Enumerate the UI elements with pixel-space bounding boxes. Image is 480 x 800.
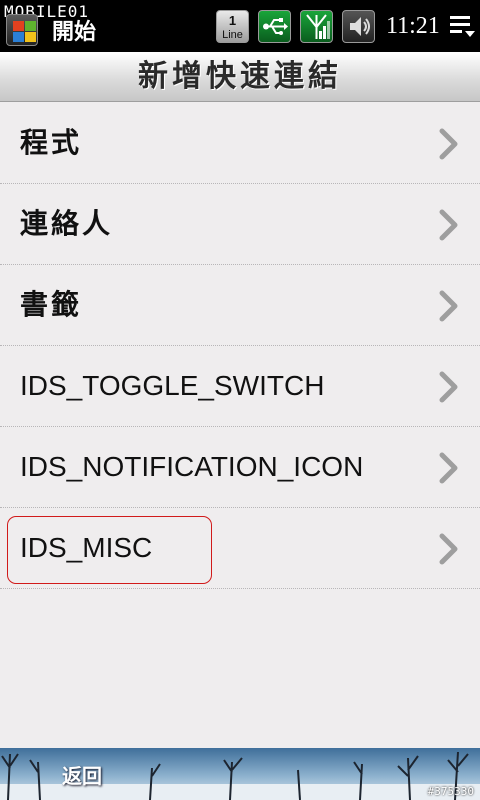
- start-label[interactable]: 開始: [52, 14, 96, 46]
- list-item-label: 連絡人: [20, 207, 114, 240]
- list-item-contacts[interactable]: 連絡人: [0, 184, 480, 265]
- chevron-right-icon: [439, 209, 458, 241]
- list-item-toggle-switch[interactable]: IDS_TOGGLE_SWITCH: [0, 346, 480, 427]
- chevron-right-icon: [439, 290, 458, 322]
- list-item-label: IDS_MISC: [20, 532, 153, 563]
- chevron-right-icon: [439, 128, 458, 160]
- chevron-right-icon: [439, 371, 458, 403]
- list-item-programs[interactable]: 程式: [0, 103, 480, 184]
- usb-connection-icon[interactable]: [258, 10, 291, 43]
- line-text: Line: [222, 29, 243, 41]
- chevron-right-icon: [439, 452, 458, 484]
- list-item-notification-icon[interactable]: IDS_NOTIFICATION_ICON: [0, 427, 480, 508]
- back-button[interactable]: 返回: [62, 760, 102, 789]
- photo-id-label: #375330: [427, 785, 474, 798]
- bottom-bar: 返回 #375330: [0, 748, 480, 800]
- signal-strength-icon[interactable]: [300, 10, 333, 43]
- chevron-right-icon: [439, 533, 458, 565]
- list-item-label: IDS_TOGGLE_SWITCH: [20, 370, 325, 401]
- list-item-misc[interactable]: IDS_MISC: [0, 508, 480, 589]
- windows-start-icon[interactable]: [6, 14, 38, 46]
- shortcut-type-list: 程式 連絡人 書籤 IDS_TOGGLE_SWITCH IDS_NOTIFICA…: [0, 103, 480, 589]
- line-number: 1: [228, 13, 237, 28]
- speaker-icon[interactable]: [342, 10, 375, 43]
- list-item-label: IDS_NOTIFICATION_ICON: [20, 451, 364, 482]
- clock-time[interactable]: 11:21: [386, 13, 440, 40]
- line-indicator-icon[interactable]: 1 Line: [216, 10, 249, 43]
- list-item-label: 書籤: [20, 288, 83, 321]
- menu-icon[interactable]: [448, 12, 478, 42]
- list-item-bookmarks[interactable]: 書籤: [0, 265, 480, 346]
- title-bar: 新增快速連結: [0, 52, 480, 102]
- page-title: 新增快速連結: [138, 59, 342, 94]
- list-item-label: 程式: [20, 126, 83, 159]
- status-bar: MOBILE01 開始 1 Line 11:21: [0, 0, 480, 52]
